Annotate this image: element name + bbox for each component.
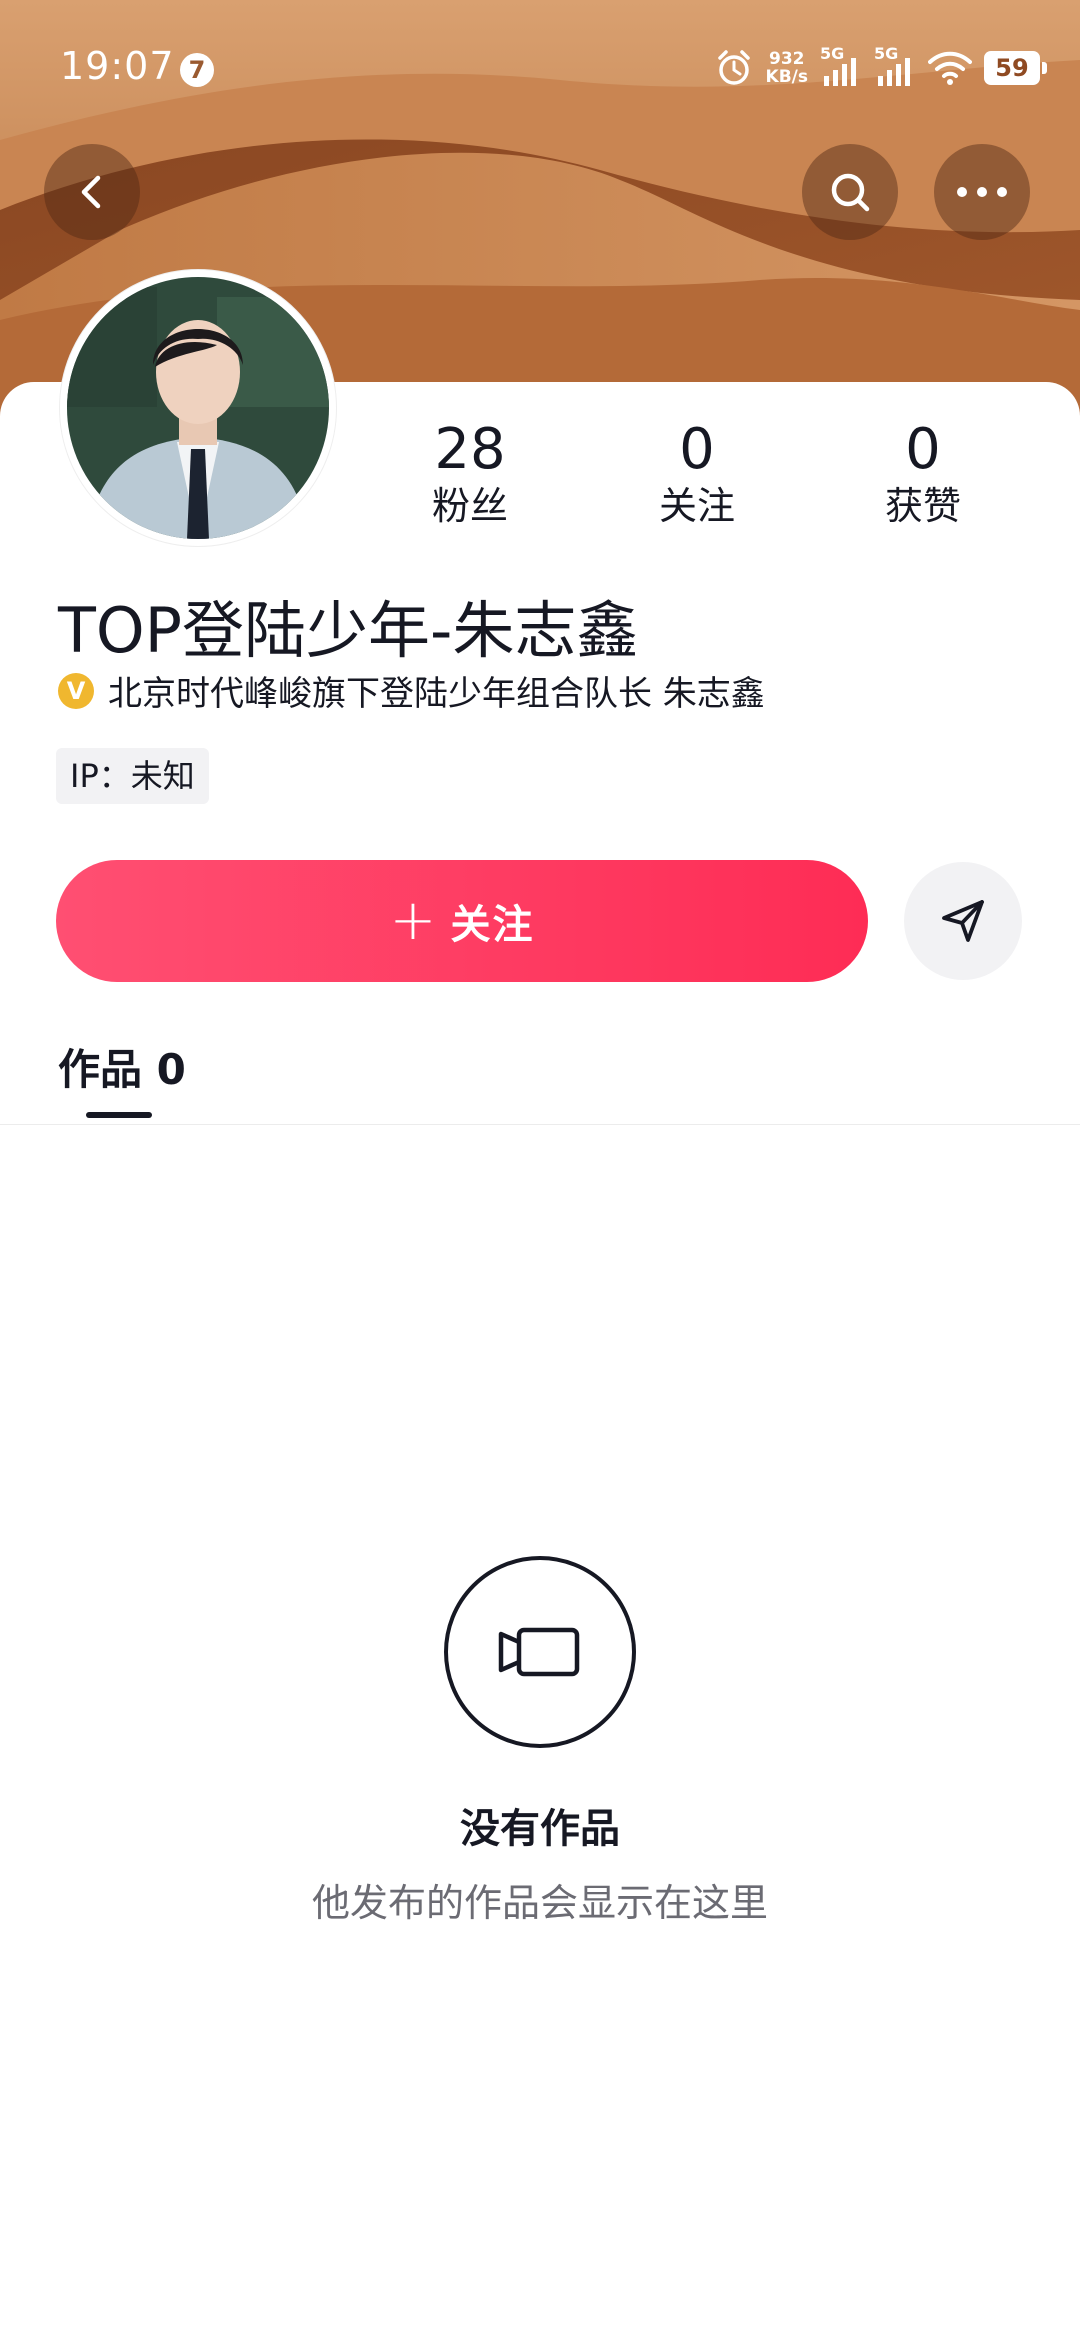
chevron-left-icon [81, 175, 101, 209]
battery-indicator: 59 [984, 51, 1047, 85]
stat-value: 0 [905, 417, 941, 482]
stat-value: 0 [679, 417, 715, 482]
stat-likes[interactable]: 0 获赞 [853, 418, 993, 530]
more-horizontal-icon [957, 187, 1007, 197]
profile-name: TOP登陆少年-朱志鑫 [58, 594, 639, 667]
send-icon [942, 900, 984, 942]
more-button[interactable] [934, 144, 1030, 240]
verified-badge-icon: V [58, 672, 94, 709]
ip-location-tag: IP：未知 [56, 748, 209, 804]
plus-icon: + [389, 888, 437, 953]
stat-value: 28 [434, 417, 506, 482]
verified-description: 北京时代峰峻旗下登陆少年组合队长 朱志鑫 [108, 674, 765, 714]
stat-label: 粉丝 [431, 484, 508, 528]
empty-state-title: 没有作品 [460, 1806, 620, 1852]
search-icon [831, 173, 870, 212]
stat-label: 关注 [658, 484, 735, 528]
verified-info: V 北京时代峰峻旗下登陆少年组合队长 朱志鑫 [58, 666, 765, 715]
stat-followers[interactable]: 28 粉丝 [400, 418, 540, 530]
avatar-image [67, 277, 329, 539]
status-bar: 19:07 7 932 KB/s 5G 5G 59 [0, 0, 1080, 140]
speed-value: 932 [769, 49, 805, 69]
follow-button[interactable]: + 关注 [56, 860, 868, 982]
status-icons: 932 KB/s 5G 5G 59 [714, 44, 1047, 92]
wifi-icon [928, 51, 972, 85]
back-button[interactable] [44, 144, 140, 240]
divider [0, 1124, 1080, 1125]
tab-active-indicator [86, 1112, 152, 1118]
stat-following[interactable]: 0 关注 [627, 418, 767, 530]
empty-state-icon-circle [444, 1556, 636, 1748]
follow-button-label: 关注 [450, 902, 535, 948]
status-time: 19:07 [60, 44, 175, 88]
avatar[interactable] [60, 270, 336, 546]
network-speed: 932 KB/s [766, 50, 808, 86]
signal-2: 5G [874, 44, 916, 88]
alarm-icon [717, 50, 750, 85]
empty-state-subtitle: 他发布的作品会显示在这里 [311, 1881, 768, 1925]
signal-bars-icon [824, 58, 856, 86]
tab-works[interactable]: 作品 0 [58, 1036, 186, 1097]
notification-count-badge: 7 [180, 53, 214, 87]
search-button[interactable] [802, 144, 898, 240]
video-camera-icon [498, 1627, 580, 1677]
speed-unit: KB/s [765, 67, 808, 87]
signal-bars-icon [878, 58, 910, 86]
share-button[interactable] [904, 862, 1022, 980]
stat-label: 获赞 [884, 484, 961, 528]
signal-1: 5G [820, 44, 862, 88]
